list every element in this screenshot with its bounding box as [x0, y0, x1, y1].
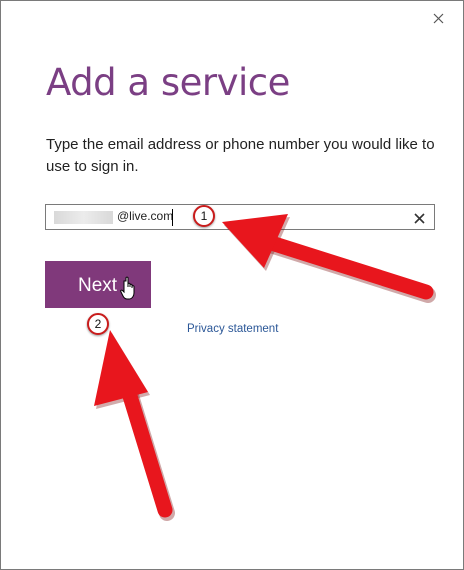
step-1-badge: 1 [193, 205, 215, 227]
arrow-to-input [222, 214, 436, 303]
annotation-arrows [94, 214, 436, 521]
step-2-badge: 2 [87, 313, 109, 335]
arrow-to-next-button [94, 330, 175, 521]
